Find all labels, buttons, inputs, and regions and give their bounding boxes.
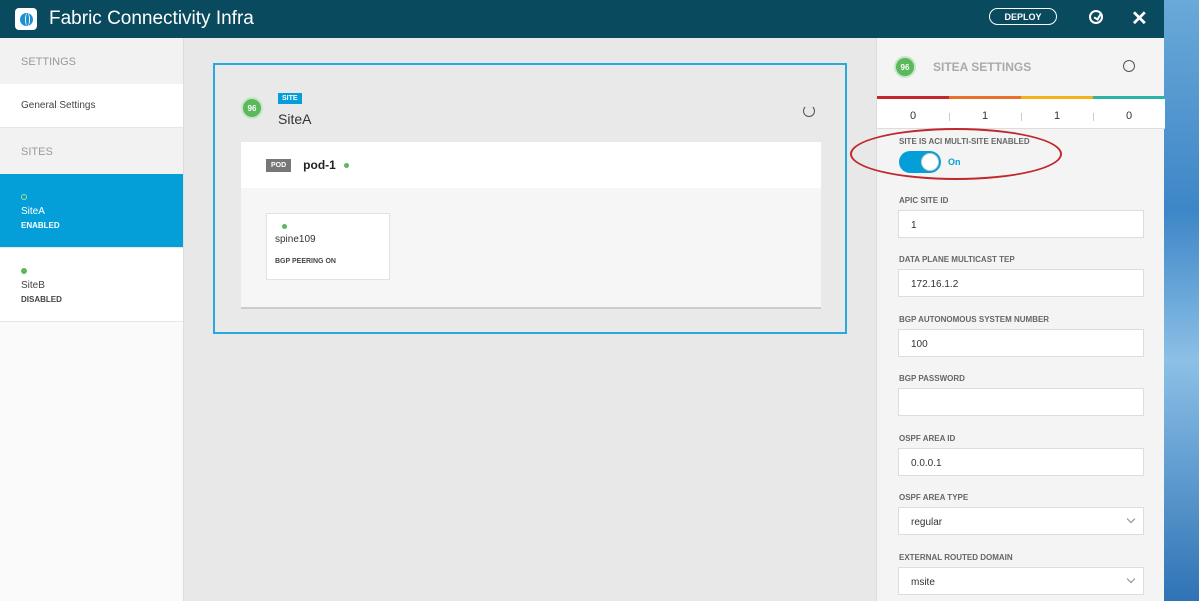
- fault-counts: 0 1 1 0: [877, 99, 1165, 129]
- ospf-area-id-input[interactable]: 0.0.0.1: [898, 448, 1144, 476]
- pod-header: POD pod-1: [241, 142, 821, 188]
- app-title: Fabric Connectivity Infra: [49, 8, 254, 29]
- chevron-down-icon: [1126, 514, 1136, 524]
- sidebar-item-sitea[interactable]: SiteA ENABLED: [0, 174, 183, 248]
- refresh-icon[interactable]: [1123, 60, 1135, 72]
- spine-name: spine109: [275, 234, 316, 245]
- external-routed-domain-label: EXTERNAL ROUTED DOMAIN: [899, 553, 1013, 562]
- settings-panel: 96 SITEA SETTINGS 0 1 1 0 SITE IS ACI MU…: [876, 38, 1165, 601]
- multicast-tep-label: DATA PLANE MULTICAST TEP: [899, 255, 1015, 264]
- fault-count-warning[interactable]: 0: [1093, 99, 1165, 128]
- external-routed-domain-value: msite: [911, 577, 935, 588]
- fault-count-critical[interactable]: 0: [877, 99, 949, 128]
- status-dot-icon: [21, 194, 27, 200]
- sidebar-site-status: ENABLED: [21, 221, 60, 230]
- spine-card[interactable]: spine109 BGP PEERING ON: [266, 213, 390, 280]
- pod-panel: POD pod-1 spine109 BGP PEERING ON: [241, 142, 821, 309]
- app-header: Fabric Connectivity Infra DEPLOY ✕: [0, 0, 1164, 38]
- bgp-password-input[interactable]: [898, 388, 1144, 416]
- ospf-area-type-select[interactable]: regular: [898, 507, 1144, 535]
- health-score-badge: 96: [241, 97, 263, 119]
- ospf-area-type-value: regular: [911, 517, 943, 528]
- sidebar-site-name: SiteB: [21, 280, 45, 291]
- chevron-down-icon: [1126, 574, 1136, 584]
- spine-status: BGP PEERING ON: [275, 258, 336, 265]
- sidebar: SETTINGS General Settings SITES SiteA EN…: [0, 38, 184, 601]
- ospf-area-type-label: OSPF AREA TYPE: [899, 493, 969, 502]
- status-dot-icon: [282, 224, 287, 229]
- status-dot-icon: [343, 162, 349, 168]
- sidebar-item-siteb[interactable]: SiteB DISABLED: [0, 248, 183, 322]
- site-card[interactable]: 96 SITE SiteA POD pod-1 spine109 BGP PEE…: [213, 63, 847, 334]
- site-tag: SITE: [278, 93, 302, 104]
- sidebar-item-general-settings[interactable]: General Settings: [0, 84, 183, 128]
- sidebar-site-name: SiteA: [21, 206, 45, 217]
- bgp-asn-input[interactable]: 100: [898, 329, 1144, 357]
- sidebar-site-status: DISABLED: [21, 295, 62, 304]
- apic-site-id-label: APIC SITE ID: [899, 196, 949, 205]
- settings-title: SITEA SETTINGS: [933, 60, 1032, 74]
- refresh-icon[interactable]: [803, 105, 815, 117]
- desktop-background: [1163, 0, 1199, 601]
- deploy-button[interactable]: DEPLOY: [989, 8, 1057, 25]
- close-icon[interactable]: ✕: [1131, 6, 1148, 31]
- site-name: SiteA: [278, 111, 312, 127]
- apic-site-id-input[interactable]: 1: [898, 210, 1144, 238]
- bgp-password-label: BGP PASSWORD: [899, 374, 965, 383]
- ospf-area-id-label: OSPF AREA ID: [899, 434, 956, 443]
- fault-count-major[interactable]: 1: [949, 99, 1021, 128]
- refresh-icon[interactable]: [1089, 10, 1103, 24]
- pod-name: pod-1: [303, 158, 336, 172]
- external-routed-domain-select[interactable]: msite: [898, 567, 1144, 595]
- pod-tag: POD: [266, 158, 292, 172]
- multicast-tep-input[interactable]: 172.16.1.2: [898, 269, 1144, 297]
- sidebar-section-settings: SETTINGS: [0, 38, 183, 84]
- sidebar-section-sites: SITES: [0, 128, 183, 174]
- fault-count-minor[interactable]: 1: [1021, 99, 1093, 128]
- globe-icon: [15, 8, 37, 30]
- bgp-asn-label: BGP AUTONOMOUS SYSTEM NUMBER: [899, 315, 1050, 324]
- annotation-circle: [850, 128, 1062, 180]
- status-dot-icon: [21, 268, 27, 274]
- health-score-badge: 96: [894, 56, 916, 78]
